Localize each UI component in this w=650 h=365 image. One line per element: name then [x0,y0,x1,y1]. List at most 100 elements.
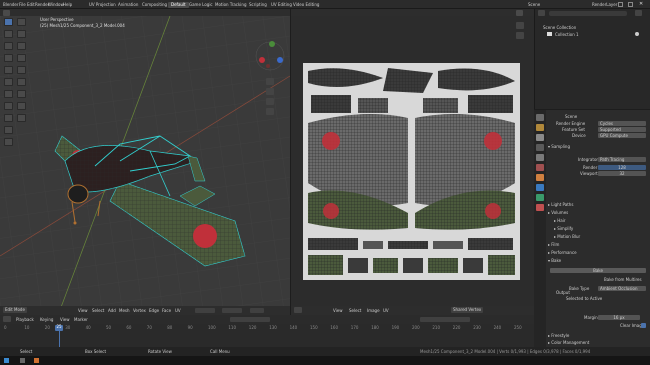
performance-panel-header[interactable]: ▸ Performance [548,251,648,257]
timeline-menu-keying[interactable]: Keying [40,318,53,322]
data-tab-icon[interactable] [536,194,544,201]
bake-button[interactable]: Bake [550,268,646,273]
light-paths-panel-header[interactable]: ▸ Light Paths [548,203,648,209]
menu-edge[interactable]: Edge [149,309,159,313]
poly-build-tool[interactable] [17,30,26,38]
workspace-tab[interactable]: Video Editing [290,2,322,8]
render-samples-field[interactable]: 128 [598,165,646,170]
filter-icon[interactable] [635,10,642,16]
object-tab-icon[interactable] [536,174,544,181]
transform-tool[interactable] [4,78,13,86]
outliner-scene-collection[interactable]: Scene Collection [543,26,576,30]
uv-texture-map[interactable] [303,63,520,280]
rip-region-tool[interactable] [17,114,26,122]
sampling-panel-header[interactable]: ▾ Sampling [548,145,648,151]
tool-tab-icon[interactable] [536,114,544,121]
smooth-tool[interactable] [17,66,26,74]
integrator-dropdown[interactable]: Path Tracing [598,157,646,162]
hair-panel-header[interactable]: ▸ Hair [554,219,650,225]
workspace-tab[interactable]: Scripting [246,2,270,8]
menu-vertex[interactable]: Vertex [133,309,146,313]
output-section[interactable]: Output [556,291,570,295]
view-layer-selector[interactable]: RenderLayer [592,3,617,7]
film-panel-header[interactable]: ▸ Film [548,243,648,249]
scale-tool[interactable] [4,66,13,74]
motion-blur-panel-header[interactable]: ▸ Motion Blur [554,235,650,241]
menu-mesh[interactable]: Mesh [119,309,130,313]
maximize-icon[interactable] [628,2,633,7]
shrink-fatten-tool[interactable] [17,90,26,98]
close-icon[interactable]: ✕ [639,2,643,7]
timeline-type-icon[interactable] [3,316,11,322]
output-tab-icon[interactable] [536,134,544,141]
taskbar-app-icon[interactable] [20,358,25,363]
world-tab-icon[interactable] [536,164,544,171]
workspace-tab[interactable]: Animation [115,2,141,8]
bake-from-multires-checkbox[interactable]: Bake from Multires [604,278,642,282]
menu-uv[interactable]: UV [175,309,181,313]
material-tab-icon[interactable] [536,204,544,211]
edge-slide-tool[interactable] [17,78,26,86]
scene-tab-icon[interactable] [536,154,544,161]
outliner-search-input[interactable] [549,11,627,16]
mode-selector[interactable]: Edit Mode [3,307,27,313]
menu-help[interactable]: Help [63,3,72,7]
menu-file[interactable]: File [19,3,26,7]
uv-zoom-icon[interactable] [516,22,524,29]
render-tab-icon[interactable] [536,124,544,131]
sticky-selection-mode[interactable]: Shared Vertex [451,307,484,313]
workspace-tab[interactable]: Motion Tracking [212,2,249,8]
transform-orientation-dropdown[interactable] [195,308,215,313]
shear-tool[interactable] [17,102,26,110]
extrude-tool[interactable] [4,102,13,110]
uv-menu-image[interactable]: Image [367,309,380,313]
uv-pan-icon[interactable] [516,32,524,39]
uv-menu-view[interactable]: View [333,309,343,313]
workspace-tab[interactable]: Compositing [139,2,170,8]
bake-type-dropdown[interactable]: Ambient Occlusion [598,286,646,291]
annotate-tool[interactable] [4,90,13,98]
timeline[interactable]: 0 10 20 30 40 50 60 70 80 90 100 110 120 130 140 150 160… [0,324,534,347]
feature-set-dropdown[interactable]: Supported [598,127,646,132]
inset-tool[interactable] [4,114,13,122]
device-dropdown[interactable]: GPU Compute [598,133,646,138]
visibility-eye-icon[interactable] [635,32,639,36]
uv-menu-select[interactable]: Select [349,309,361,313]
timeline-menu-view[interactable]: View [60,318,70,322]
measure-tool[interactable] [17,54,26,62]
outliner-type-icon[interactable] [538,10,545,16]
3d-viewport[interactable]: User Perspective (25) Mesh1/25 Component… [0,16,290,310]
start-menu-icon[interactable] [4,358,9,363]
move-tool[interactable] [4,42,13,50]
bevel-tool[interactable] [4,126,13,134]
minimize-icon[interactable] [618,2,623,7]
workspace-tab[interactable]: UV Projection [86,2,119,8]
uv-menu-uv[interactable]: UV [383,309,389,313]
simplify-panel-header[interactable]: ▸ Simplify [554,227,650,233]
cursor-tool[interactable] [4,30,13,38]
playback-controls[interactable] [230,317,270,322]
knife-tool[interactable] [17,18,26,26]
spin-tool[interactable] [17,42,26,50]
scene-selector[interactable]: Scene [528,3,540,7]
timeline-menu-playback[interactable]: Playback [16,318,34,322]
proportional-edit-toggle[interactable] [250,308,264,313]
clear-image-check-icon[interactable] [641,323,646,328]
view-layer-tab-icon[interactable] [536,144,544,151]
volumes-panel-header[interactable]: ▸ Volumes [548,211,648,217]
menu-window[interactable]: Window [48,3,64,7]
menu-view[interactable]: View [78,309,88,313]
bake-panel-header[interactable]: ▾ Bake [548,259,648,265]
blender-taskbar-icon[interactable] [34,358,39,363]
frame-range-fields[interactable] [420,317,470,322]
timeline-menu-marker[interactable]: Marker [74,318,88,322]
select-box-tool[interactable] [4,18,13,26]
viewport-samples-field[interactable]: 32 [598,171,646,176]
uv-editor-type-icon[interactable] [294,307,302,313]
menu-face[interactable]: Face [162,309,171,313]
snap-dropdown[interactable] [222,308,242,313]
selected-to-active-checkbox[interactable]: Selected to Active [566,297,602,301]
render-engine-dropdown[interactable]: Cycles [598,121,646,126]
loop-cut-tool[interactable] [4,138,13,146]
menu-edit[interactable]: Edit [27,3,35,7]
